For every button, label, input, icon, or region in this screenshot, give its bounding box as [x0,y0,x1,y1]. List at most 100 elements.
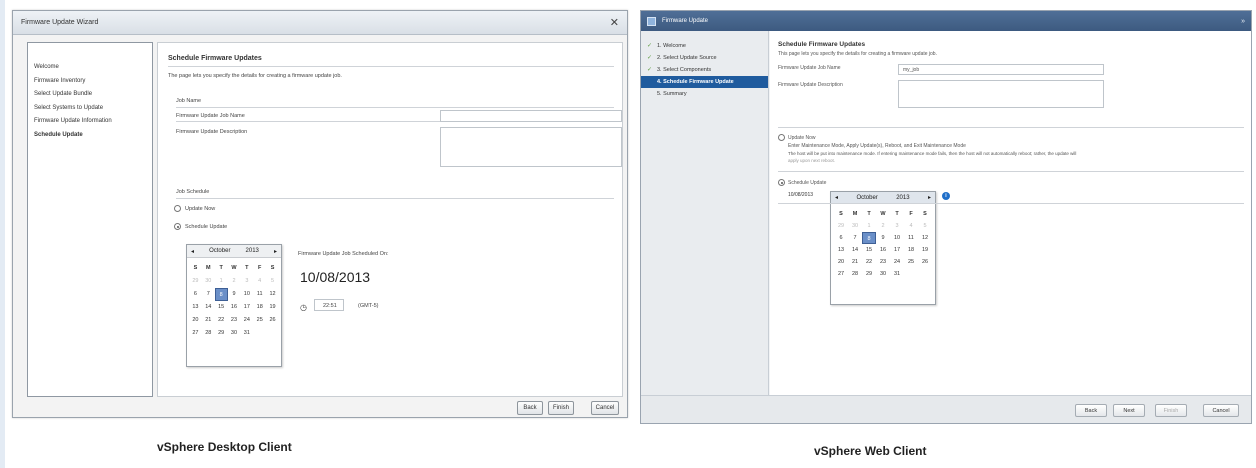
calendar-day[interactable]: 6 [834,232,848,244]
calendar-day[interactable]: 14 [848,244,862,256]
nav-item-select-systems[interactable]: Select Systems to Update [34,102,146,116]
calendar-day[interactable]: 1 [215,275,228,288]
calendar-day[interactable]: 30 [876,268,890,280]
calendar-day[interactable]: 10 [240,288,253,301]
calendar-day[interactable]: 23 [876,256,890,268]
nav-item-firmware-update-info[interactable]: Firmware Update Information [34,115,146,129]
job-name-input[interactable]: my_job [898,64,1104,75]
calendar-day[interactable]: 30 [848,220,862,232]
next-button[interactable]: Next [1113,404,1145,417]
nav-item-firmware-inventory[interactable]: Firmware Inventory [34,75,146,89]
calendar-day[interactable]: 28 [202,327,215,340]
calendar-day[interactable]: 19 [266,301,279,314]
update-now-radio[interactable] [174,205,181,212]
calendar-day[interactable]: 25 [904,256,918,268]
prev-month-icon[interactable]: ◂ [191,248,194,255]
calendar-day[interactable]: 17 [890,244,904,256]
calendar-day[interactable]: 30 [202,275,215,288]
calendar-day[interactable]: 24 [890,256,904,268]
calendar-day[interactable]: 6 [189,288,202,301]
calendar-day[interactable]: 15 [215,301,228,314]
calendar-day[interactable]: 18 [904,244,918,256]
calendar-day[interactable]: 29 [834,220,848,232]
schedule-update-radio[interactable] [778,179,785,186]
calendar-day[interactable]: 7 [848,232,862,244]
calendar-year[interactable]: 2013 [896,195,909,201]
calendar-day[interactable]: 28 [848,268,862,280]
calendar-day[interactable]: 29 [215,327,228,340]
calendar-day[interactable]: 2 [876,220,890,232]
calendar-day[interactable]: 9 [876,232,890,244]
calendar-day[interactable]: 4 [904,220,918,232]
next-month-icon[interactable]: ▸ [274,248,277,255]
calendar-day[interactable]: 13 [834,244,848,256]
next-month-icon[interactable]: ▸ [928,194,931,201]
calendar-day[interactable]: 19 [918,244,932,256]
calendar-day[interactable]: 4 [253,275,266,288]
calendar-day[interactable]: 25 [253,314,266,327]
job-description-input[interactable] [440,127,622,167]
cancel-button[interactable]: Cancel [591,401,619,415]
calendar-day[interactable]: 8 [214,288,228,301]
calendar-month[interactable]: October [209,248,230,254]
schedule-update-radio[interactable] [174,223,181,230]
calendar-day[interactable]: 5 [266,275,279,288]
calendar-day[interactable]: 16 [228,301,241,314]
calendar-day[interactable]: 21 [202,314,215,327]
nav-item-welcome[interactable]: Welcome [34,61,146,75]
calendar-day[interactable]: 27 [189,327,202,340]
calendar-day[interactable]: 18 [253,301,266,314]
cancel-button[interactable]: Cancel [1203,404,1239,417]
calendar-day[interactable]: 20 [189,314,202,327]
calendar-day[interactable]: 30 [228,327,241,340]
calendar-day[interactable]: 24 [240,314,253,327]
calendar-month[interactable]: October [856,195,877,201]
nav-item-schedule-update[interactable]: Schedule Update [34,129,146,143]
finish-button[interactable]: Finish [1155,404,1187,417]
calendar-day[interactable]: 17 [240,301,253,314]
job-name-input[interactable] [440,110,622,122]
calendar-day[interactable]: 3 [890,220,904,232]
calendar-day[interactable]: 13 [189,301,202,314]
back-button[interactable]: Back [517,401,543,415]
nav-item-summary[interactable]: 5. Summary [641,88,768,100]
calendar-day[interactable]: 9 [228,288,241,301]
calendar-day[interactable]: 15 [862,244,876,256]
calendar-day[interactable]: 20 [834,256,848,268]
calendar-day[interactable]: 11 [253,288,266,301]
finish-button[interactable]: Finish [548,401,574,415]
calendar-day[interactable]: 7 [202,288,215,301]
calendar-day[interactable]: 5 [918,220,932,232]
calendar-day[interactable]: 23 [228,314,241,327]
calendar-day[interactable]: 12 [266,288,279,301]
calendar-day[interactable]: 2 [228,275,241,288]
calendar-day[interactable]: 29 [862,268,876,280]
info-icon[interactable]: i [942,192,950,200]
calendar-day[interactable]: 11 [904,232,918,244]
calendar-day[interactable]: 27 [834,268,848,280]
calendar-day[interactable]: 26 [918,256,932,268]
time-input[interactable]: 22:51 [314,299,344,311]
calendar-day[interactable]: 16 [876,244,890,256]
calendar-year[interactable]: 2013 [246,248,259,254]
calendar-day[interactable]: 14 [202,301,215,314]
calendar-day[interactable]: 12 [918,232,932,244]
nav-item-select-update-source[interactable]: ✓ 2. Select Update Source [641,52,768,64]
nav-item-select-components[interactable]: ✓ 3. Select Components [641,64,768,76]
update-now-radio[interactable] [778,134,785,141]
calendar-day[interactable]: 21 [848,256,862,268]
calendar-day[interactable]: 31 [240,327,253,340]
nav-item-schedule-firmware-update[interactable]: 4. Schedule Firmware Update [641,76,768,88]
calendar-day[interactable]: 22 [862,256,876,268]
back-button[interactable]: Back [1075,404,1107,417]
nav-item-welcome[interactable]: ✓ 1. Welcome [641,40,768,52]
prev-month-icon[interactable]: ◂ [835,194,838,201]
calendar-day[interactable]: 10 [890,232,904,244]
calendar-day[interactable]: 1 [862,220,876,232]
calendar-day[interactable]: 31 [890,268,904,280]
calendar-day[interactable]: 22 [215,314,228,327]
nav-item-select-update-bundle[interactable]: Select Update Bundle [34,88,146,102]
calendar-day[interactable]: 3 [240,275,253,288]
expand-icon[interactable]: » [1241,18,1245,25]
calendar-day[interactable]: 26 [266,314,279,327]
